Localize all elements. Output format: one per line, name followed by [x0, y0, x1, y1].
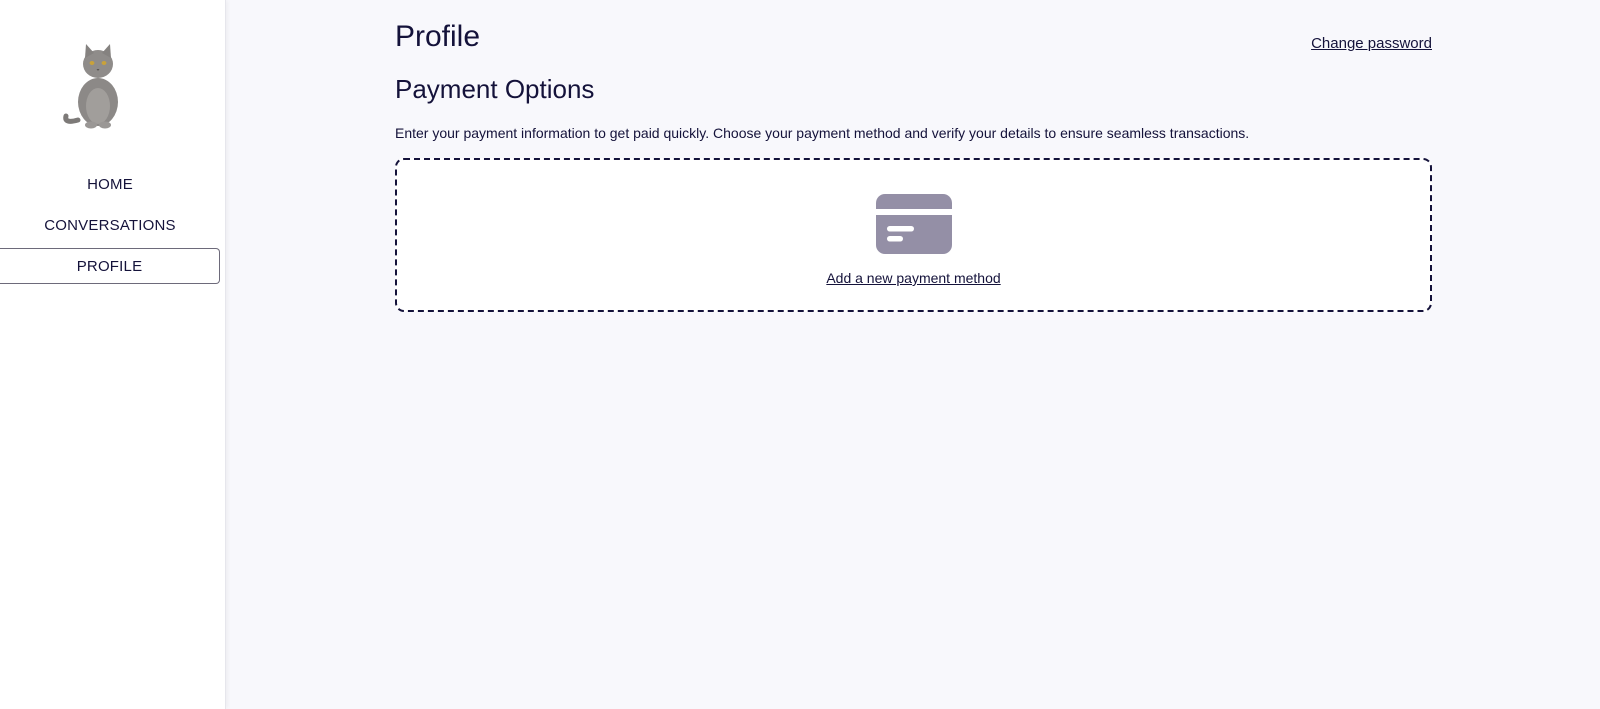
payment-description: Enter your payment information to get pa… [395, 125, 1250, 141]
page-title: Profile [395, 20, 481, 53]
add-payment-method-box[interactable]: Add a new payment method [395, 158, 1432, 312]
payment-options-heading: Payment Options [395, 74, 595, 104]
sidebar-nav: HOME CONVERSATIONS PROFILE [0, 166, 220, 289]
sidebar-item-profile[interactable]: PROFILE [0, 248, 220, 284]
add-payment-method-link[interactable]: Add a new payment method [397, 270, 1430, 286]
sidebar-item-conversations[interactable]: CONVERSATIONS [0, 207, 220, 243]
cat-logo-icon[interactable] [58, 40, 138, 132]
credit-card-icon [876, 194, 952, 254]
sidebar: HOME CONVERSATIONS PROFILE [0, 0, 226, 709]
change-password-link[interactable]: Change password [1311, 35, 1432, 52]
sidebar-item-home[interactable]: HOME [0, 166, 220, 202]
